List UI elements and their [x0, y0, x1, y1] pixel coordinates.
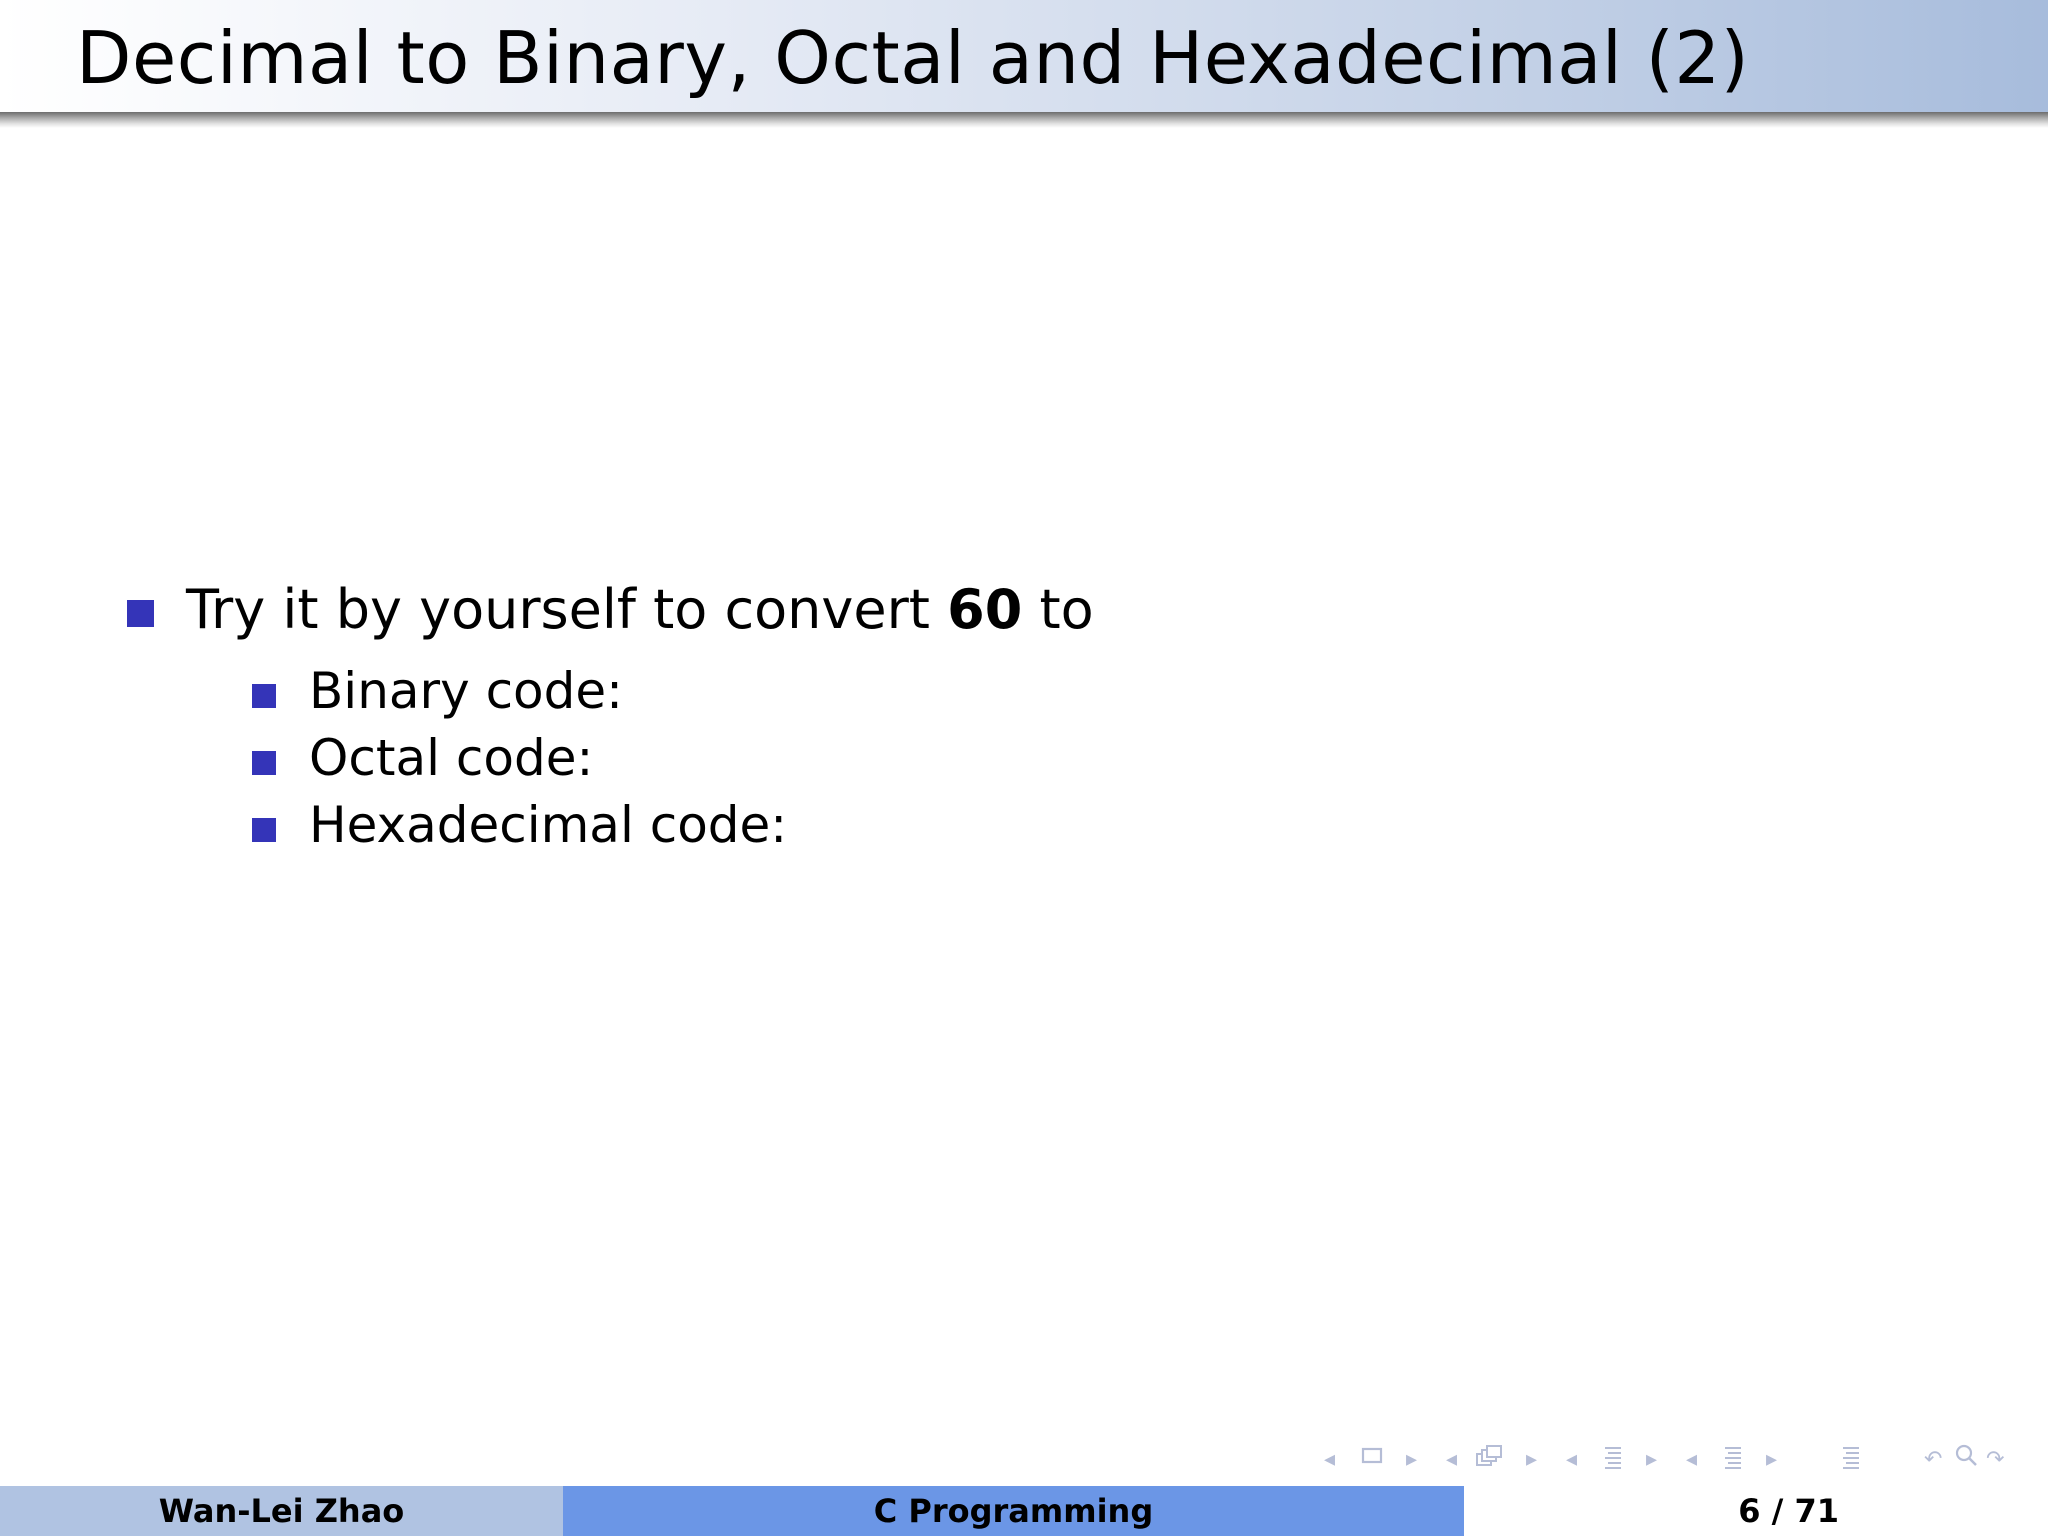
undo-icon[interactable]: ↶	[1924, 1442, 1942, 1478]
footer-author: Wan-Lei Zhao	[0, 1486, 563, 1536]
document-icon[interactable]	[1840, 1442, 1862, 1482]
title-bar-shadow	[0, 112, 2048, 128]
frame-prev-icon[interactable]: ◂	[1446, 1442, 1457, 1478]
frame-next-icon[interactable]: ▸	[1526, 1442, 1537, 1478]
title-bar: Decimal to Binary, Octal and Hexadecimal…	[0, 0, 2048, 112]
search-icon[interactable]	[1954, 1442, 1980, 1480]
bullet-square-icon	[252, 751, 276, 775]
bullet-square-icon	[252, 818, 276, 842]
subsection-next-icon[interactable]: ▸	[1646, 1442, 1657, 1478]
page-title: Decimal to Binary, Octal and Hexadecimal…	[76, 16, 1750, 100]
page-number: 6 / 71	[1738, 1492, 1839, 1530]
main-list-item: Try it by yourself to convert 60 to	[186, 574, 1094, 646]
main-item-prefix: Try it by yourself to convert	[186, 578, 948, 641]
slide-next-icon[interactable]: ▸	[1406, 1442, 1417, 1478]
section-icon[interactable]	[1722, 1442, 1744, 1482]
sub-item-binary: Binary code:	[309, 662, 623, 720]
subsection-prev-icon[interactable]: ◂	[1566, 1442, 1577, 1478]
main-item-number: 60	[947, 578, 1023, 641]
slide-icon[interactable]	[1360, 1442, 1384, 1478]
section-next-icon[interactable]: ▸	[1766, 1442, 1777, 1478]
main-item-suffix: to	[1022, 578, 1094, 641]
navigation-symbols: ◂ ▸ ◂ ▸ ◂ ▸ ◂ ▸ ↶ ↷	[1320, 1442, 2040, 1478]
frame-icon[interactable]	[1474, 1442, 1510, 1482]
redo-icon[interactable]: ↷	[1986, 1442, 2004, 1478]
slide-prev-icon[interactable]: ◂	[1324, 1442, 1335, 1478]
bullet-square-icon	[252, 684, 276, 708]
footer: Wan-Lei Zhao C Programming 6 / 71	[0, 1486, 2048, 1536]
sub-item-hexadecimal: Hexadecimal code:	[309, 796, 788, 854]
slide: Decimal to Binary, Octal and Hexadecimal…	[0, 0, 2048, 1536]
footer-course-title: C Programming	[563, 1486, 1464, 1536]
sub-item-octal: Octal code:	[309, 729, 594, 787]
bullet-square-icon	[127, 600, 154, 627]
footer-page-number-box: 6 / 71	[1464, 1486, 2048, 1536]
subsection-icon[interactable]	[1602, 1442, 1624, 1482]
section-prev-icon[interactable]: ◂	[1686, 1442, 1697, 1478]
